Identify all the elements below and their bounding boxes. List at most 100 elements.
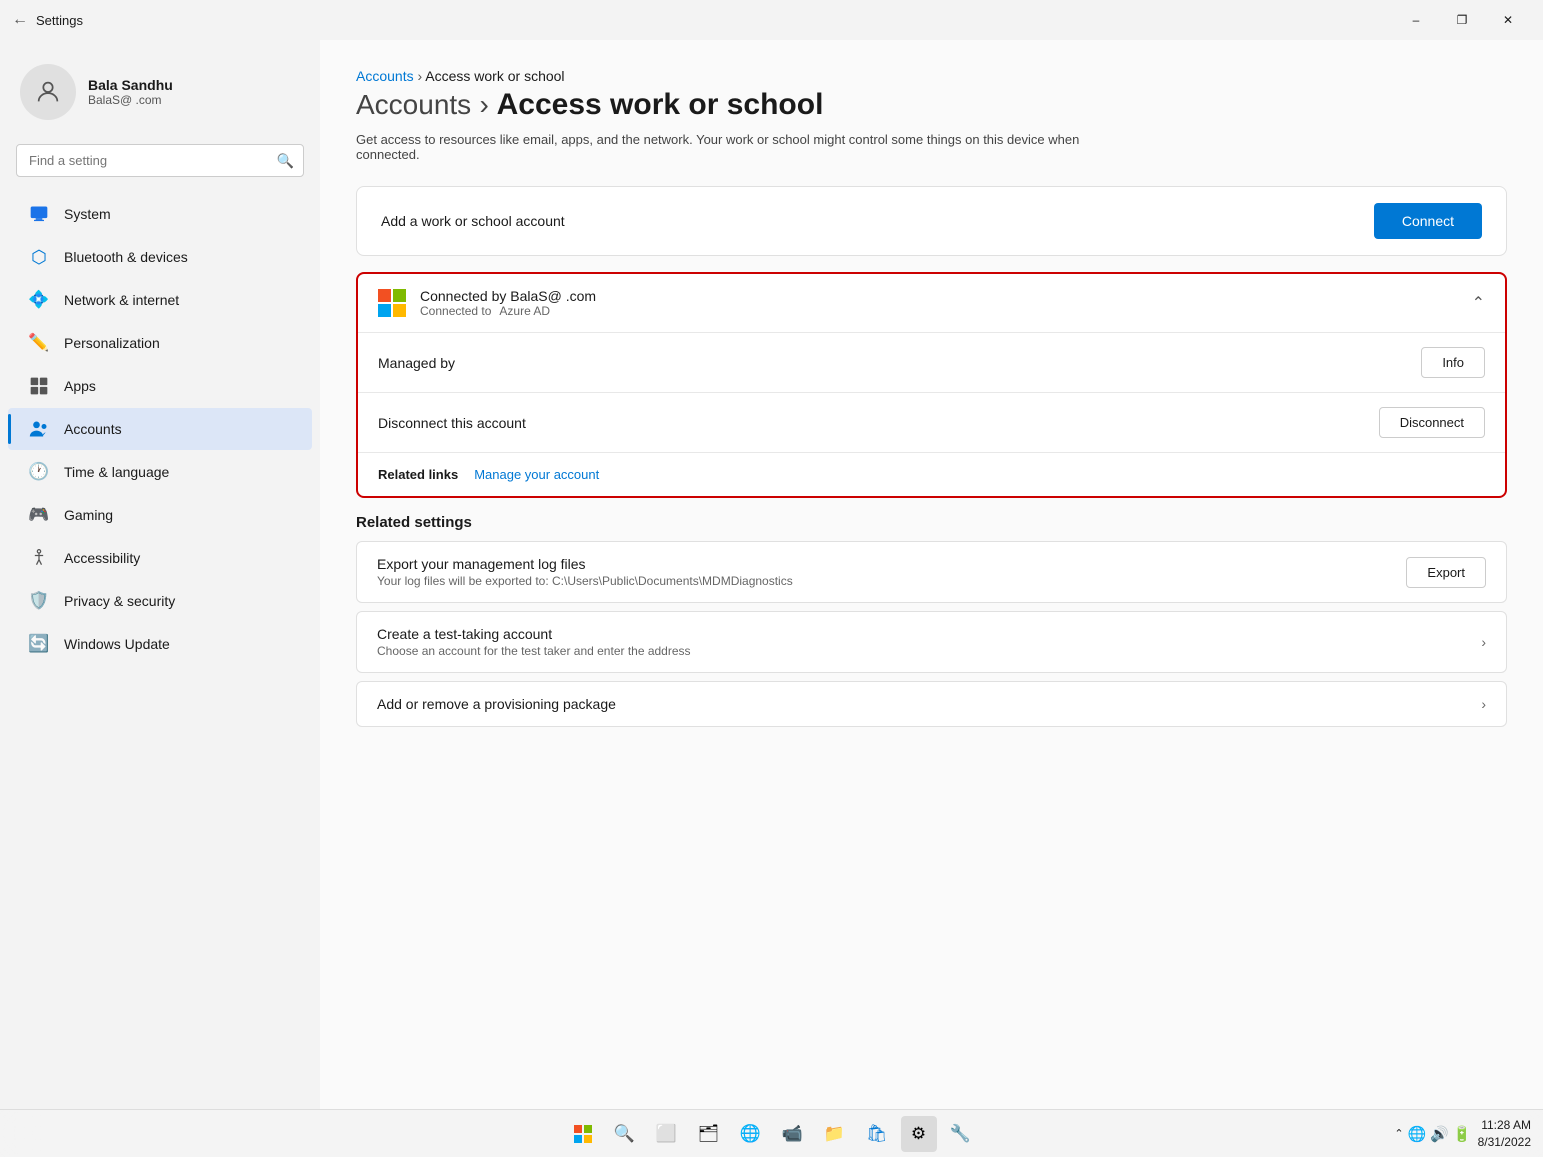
- nav-item-apps[interactable]: Apps: [8, 365, 312, 407]
- nav-label-accounts: Accounts: [64, 421, 122, 437]
- nav-item-personalization[interactable]: ✏️ Personalization: [8, 322, 312, 364]
- search-box: 🔍: [16, 144, 304, 177]
- main-content: Accounts › Access work or school Account…: [320, 40, 1543, 1109]
- windows-update-icon: 🔄: [28, 633, 50, 655]
- breadcrumb: Accounts › Access work or school: [356, 68, 1507, 84]
- test-account-desc: Choose an account for the test taker and…: [377, 644, 691, 658]
- taskbar-search-button[interactable]: 🔍: [607, 1116, 643, 1152]
- disconnect-row: Disconnect this account Disconnect: [358, 393, 1505, 453]
- nav-item-windows-update[interactable]: 🔄 Windows Update: [8, 623, 312, 665]
- taskview-icon: ⬜: [656, 1124, 677, 1144]
- app-layout: Bala Sandhu BalaS@ .com 🔍 System ⬡ Bluet…: [0, 40, 1543, 1109]
- user-name: Bala Sandhu: [88, 77, 173, 93]
- export-button[interactable]: Export: [1406, 557, 1486, 588]
- breadcrumb-parent[interactable]: Accounts: [356, 68, 414, 84]
- edge-button[interactable]: 🌐: [733, 1116, 769, 1152]
- settings-taskbar-icon: ⚙: [911, 1124, 926, 1144]
- taskview-button[interactable]: ⬜: [649, 1116, 685, 1152]
- maximize-button[interactable]: ❐: [1439, 4, 1485, 36]
- test-account-info: Create a test-taking account Choose an a…: [377, 626, 691, 658]
- test-account-title: Create a test-taking account: [377, 626, 691, 642]
- page-description: Get access to resources like email, apps…: [356, 132, 1136, 162]
- avatar: [20, 64, 76, 120]
- start-button[interactable]: [565, 1116, 601, 1152]
- back-icon[interactable]: ←: [12, 11, 28, 29]
- nav-item-accessibility[interactable]: Accessibility: [8, 537, 312, 579]
- provisioning-title: Add or remove a provisioning package: [377, 696, 616, 712]
- file-manager-icon: 📁: [824, 1124, 845, 1144]
- nav-item-network[interactable]: 💠 Network & internet: [8, 279, 312, 321]
- nav-item-gaming[interactable]: 🎮 Gaming: [8, 494, 312, 536]
- collapse-icon[interactable]: ⌃: [1472, 293, 1485, 313]
- provisioning-row[interactable]: Add or remove a provisioning package ›: [356, 681, 1507, 727]
- page-title-main: Access work or school: [497, 88, 824, 121]
- speaker-tray-icon[interactable]: 🔊: [1430, 1125, 1449, 1143]
- related-links-label: Related links: [378, 467, 458, 482]
- nav-item-accounts[interactable]: Accounts: [8, 408, 312, 450]
- accessibility-icon: [28, 547, 50, 569]
- breadcrumb-current: Access work or school: [425, 68, 564, 84]
- minimize-button[interactable]: –: [1393, 4, 1439, 36]
- network-tray-icon[interactable]: 🌐: [1408, 1125, 1427, 1143]
- connect-button[interactable]: Connect: [1374, 203, 1482, 239]
- provisioning-info: Add or remove a provisioning package: [377, 696, 616, 712]
- disconnect-label: Disconnect this account: [378, 415, 526, 431]
- search-input[interactable]: [16, 144, 304, 177]
- win-b: [574, 1135, 582, 1143]
- file-explorer-button[interactable]: 🗂: [691, 1116, 727, 1152]
- privacy-icon: 🛡️: [28, 590, 50, 612]
- info-button[interactable]: Info: [1421, 347, 1485, 378]
- nav-label-personalization: Personalization: [64, 335, 160, 351]
- tools-icon: 🔧: [950, 1124, 971, 1144]
- nav-item-privacy[interactable]: 🛡️ Privacy & security: [8, 580, 312, 622]
- battery-tray-icon[interactable]: 🔋: [1453, 1125, 1472, 1143]
- add-account-row: Add a work or school account Connect: [356, 186, 1507, 256]
- related-settings-title: Related settings: [356, 514, 1507, 531]
- nav-item-time[interactable]: 🕐 Time & language: [8, 451, 312, 493]
- user-info: Bala Sandhu BalaS@ .com: [88, 77, 173, 107]
- store-button[interactable]: 🛍: [859, 1116, 895, 1152]
- test-account-row[interactable]: Create a test-taking account Choose an a…: [356, 611, 1507, 673]
- manage-account-link[interactable]: Manage your account: [474, 467, 599, 482]
- export-logs-row: Export your management log files Your lo…: [356, 541, 1507, 603]
- export-logs-title: Export your management log files: [377, 556, 793, 572]
- nav-label-network: Network & internet: [64, 292, 179, 308]
- ms-logo-blue: [378, 304, 391, 317]
- system-icon: [28, 203, 50, 225]
- taskbar: 🔍 ⬜ 🗂 🌐 📹 📁 🛍 ⚙ 🔧: [0, 1109, 1543, 1157]
- connected-to-label: Connected to: [420, 304, 491, 318]
- system-tray: ⌃ 🌐 🔊 🔋: [1394, 1125, 1471, 1143]
- nav-label-gaming: Gaming: [64, 507, 113, 523]
- clock[interactable]: 11:28 AM 8/31/2022: [1478, 1117, 1531, 1151]
- file-manager-button[interactable]: 📁: [817, 1116, 853, 1152]
- user-email: BalaS@ .com: [88, 93, 173, 107]
- file-explorer-icon: 🗂: [698, 1124, 720, 1144]
- nav-label-bluetooth: Bluetooth & devices: [64, 249, 188, 265]
- store-icon: 🛍: [866, 1124, 888, 1144]
- zoom-button[interactable]: 📹: [775, 1116, 811, 1152]
- sidebar: Bala Sandhu BalaS@ .com 🔍 System ⬡ Bluet…: [0, 40, 320, 1109]
- nav-label-apps: Apps: [64, 378, 96, 394]
- nav-label-system: System: [64, 206, 111, 222]
- windows-logo-icon: [574, 1125, 592, 1143]
- taskbar-right: ⌃ 🌐 🔊 🔋 11:28 AM 8/31/2022: [1394, 1117, 1531, 1151]
- page-title: Accounts › Access work or school: [356, 88, 1507, 122]
- win-y: [584, 1135, 592, 1143]
- export-logs-desc: Your log files will be exported to: C:\U…: [377, 574, 793, 588]
- clock-time: 11:28 AM: [1478, 1117, 1531, 1134]
- chevron-right-icon-2: ›: [1481, 696, 1486, 712]
- connected-header: Connected by BalaS@ .com Connected to Az…: [358, 274, 1505, 333]
- nav-item-bluetooth[interactable]: ⬡ Bluetooth & devices: [8, 236, 312, 278]
- chevron-right-icon: ›: [1481, 634, 1486, 650]
- tools-button[interactable]: 🔧: [943, 1116, 979, 1152]
- ms-logo-red: [378, 289, 391, 302]
- network-icon: 💠: [28, 289, 50, 311]
- close-button[interactable]: ✕: [1485, 4, 1531, 36]
- titlebar-left: ← Settings: [12, 11, 83, 29]
- disconnect-button[interactable]: Disconnect: [1379, 407, 1485, 438]
- user-profile: Bala Sandhu BalaS@ .com: [0, 52, 320, 140]
- chevron-up-tray-icon[interactable]: ⌃: [1394, 1127, 1403, 1140]
- settings-taskbar-button[interactable]: ⚙: [901, 1116, 937, 1152]
- apps-icon: [28, 375, 50, 397]
- nav-item[interactable]: System: [8, 193, 312, 235]
